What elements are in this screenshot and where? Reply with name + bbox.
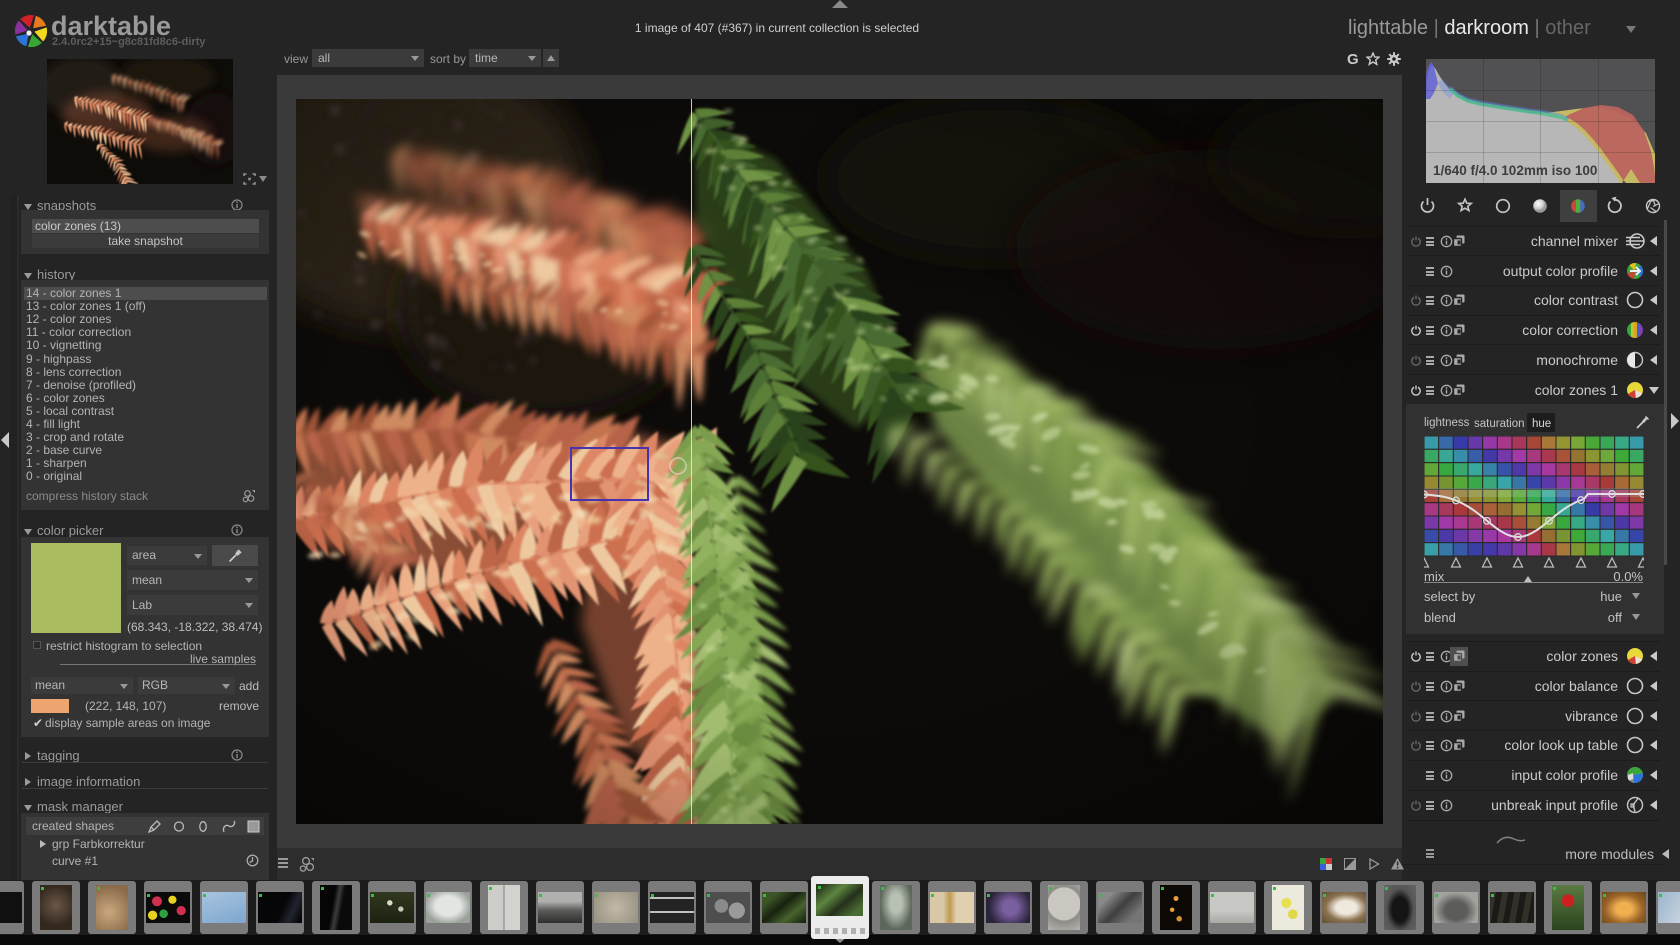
svg-text:1/640 f/4.0 102mm iso 100: 1/640 f/4.0 102mm iso 100 [1433,163,1597,178]
